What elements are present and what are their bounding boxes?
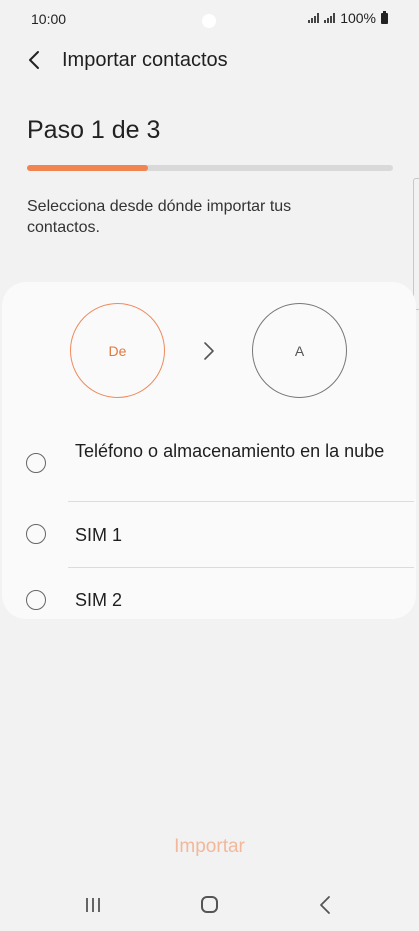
option-label: SIM 2 [75,590,123,610]
recent-apps-icon[interactable] [84,897,102,913]
signal-icon [308,13,320,23]
from-circle: De [70,303,165,398]
option-label: SIM 1 [75,525,123,545]
battery-percentage: 100% [340,10,376,26]
status-indicators: 100% [308,10,388,26]
page-title: Importar contactos [62,49,228,71]
progress-bar [27,165,393,171]
to-label: A [294,342,305,359]
chevron-left-icon[interactable] [24,49,46,71]
option-sim1[interactable]: SIM 1 [2,502,416,567]
scroll-indicator [413,178,419,310]
import-button[interactable]: Importar [0,836,419,858]
app-header: Importar contactos [0,40,419,84]
source-card: De A Teléfono o almacenamiento en la nub… [2,282,416,619]
signal-icon [324,13,336,23]
navigation-bar [0,885,419,931]
description: Selecciona desde dónde importar tus cont… [27,198,292,236]
option-phone-cloud[interactable]: Teléfono o almacenamiento en la nube [2,432,416,502]
to-circle: A [252,303,347,398]
step-title: Paso 1 de 3 [27,116,161,144]
radio-button[interactable] [26,453,46,473]
status-bar: 10:00 100% [0,0,419,36]
status-time: 10:00 [31,11,67,27]
from-label: De [108,342,127,359]
home-icon[interactable] [201,896,218,913]
radio-button[interactable] [26,590,46,610]
back-icon[interactable] [318,895,332,915]
radio-button[interactable] [26,524,46,544]
option-label: Teléfono o almacenamiento en la nube [75,441,385,461]
option-sim2[interactable]: SIM 2 [2,568,416,619]
battery-icon [381,10,388,24]
camera-cutout [202,14,216,28]
progress-fill [27,165,148,171]
chevron-right-icon [204,342,214,360]
